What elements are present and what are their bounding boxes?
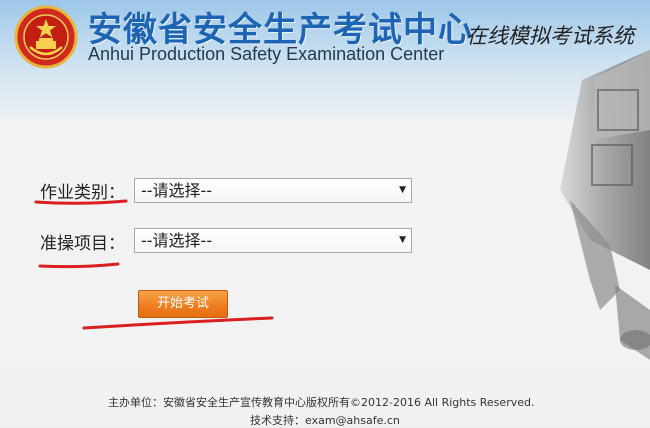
footer-copyright: 主办单位：安徽省安全生产宣传教育中心版权所有©2012-2016 All Rig… bbox=[108, 396, 535, 409]
underline-start-button bbox=[82, 316, 274, 330]
chevron-down-icon: ▼ bbox=[399, 235, 406, 245]
operation-item-label: 准操项目： bbox=[40, 234, 125, 254]
decorative-bamboo-scroll-image bbox=[560, 50, 650, 360]
chevron-down-icon: ▼ bbox=[399, 185, 406, 195]
job-category-label: 作业类别： bbox=[40, 183, 125, 203]
national-emblem-icon bbox=[14, 5, 78, 69]
job-category-selected-value: --请选择-- bbox=[141, 181, 213, 200]
operation-item-select[interactable]: --请选择-- ▼ bbox=[134, 228, 412, 253]
site-title-english: Anhui Production Safety Examination Cent… bbox=[88, 44, 445, 64]
operation-item-selected-value: --请选择-- bbox=[141, 231, 213, 250]
job-category-select[interactable]: --请选择-- ▼ bbox=[134, 178, 412, 203]
start-exam-button[interactable]: 开始考试 bbox=[138, 290, 228, 318]
underline-operation-item bbox=[38, 262, 120, 269]
